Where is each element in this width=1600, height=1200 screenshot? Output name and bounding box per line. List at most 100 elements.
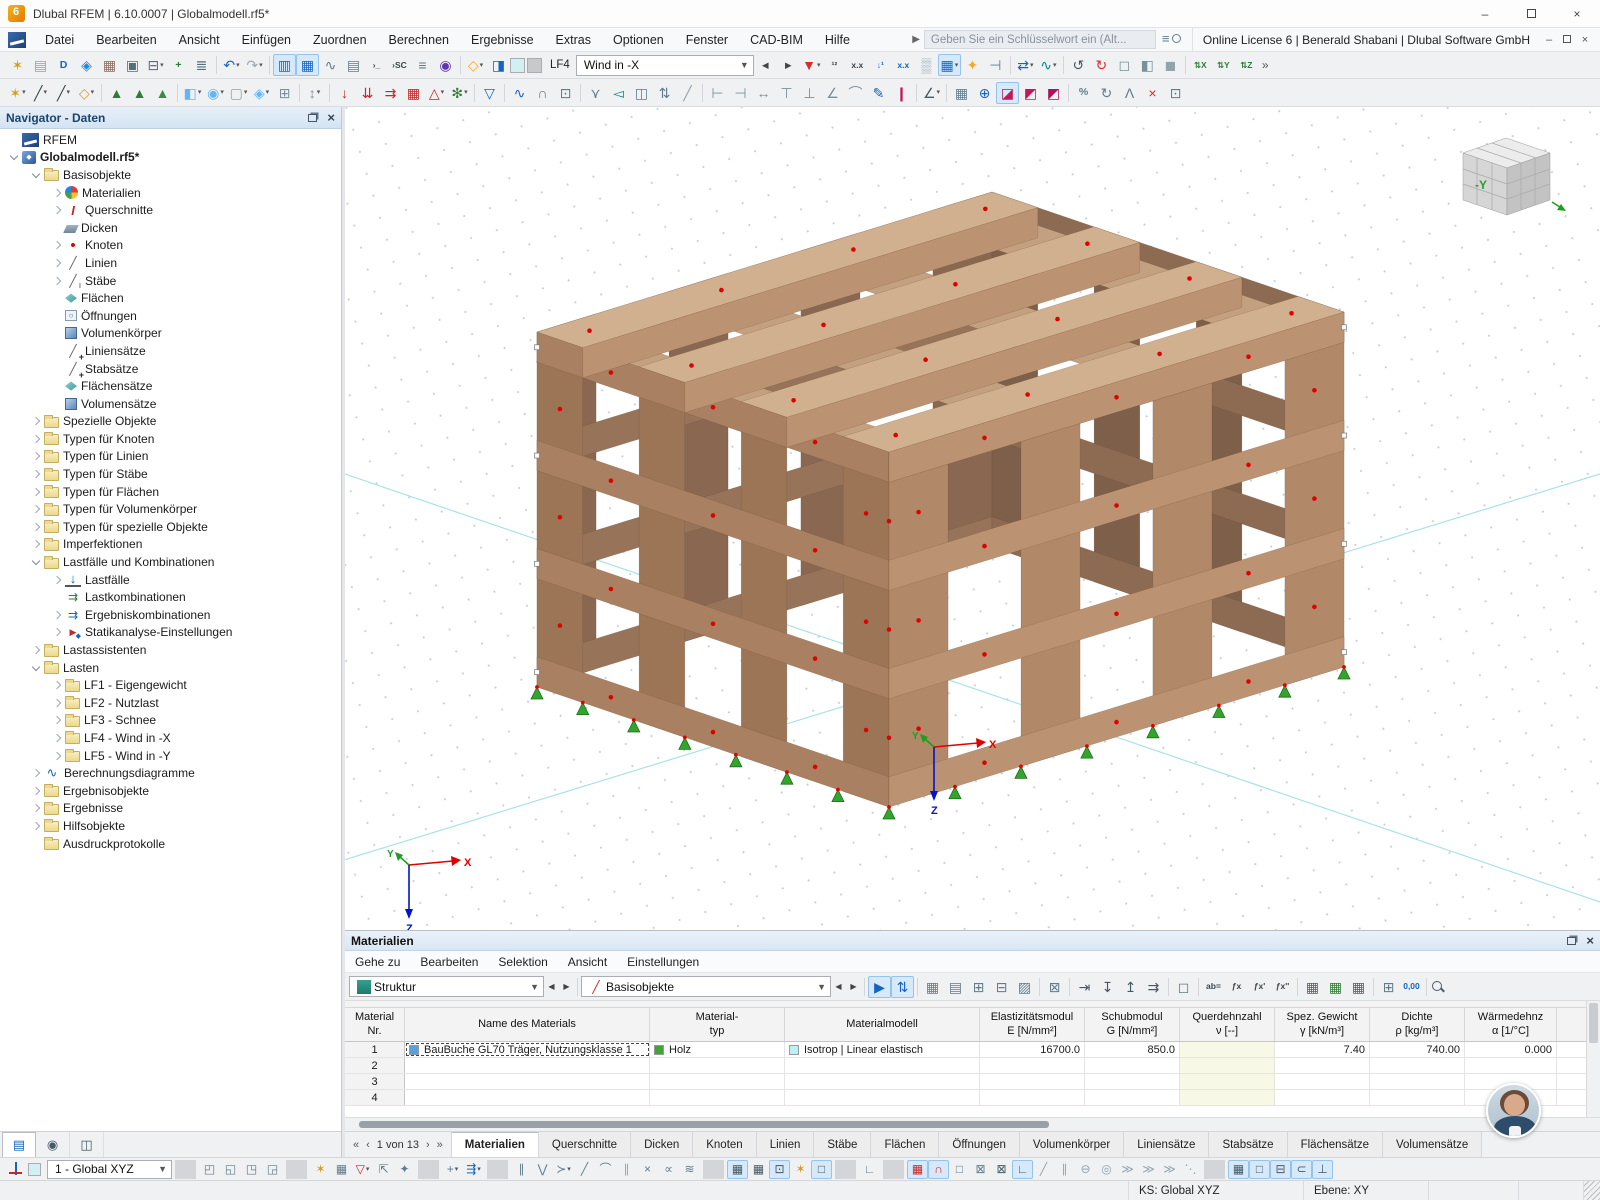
data-navigator-tab[interactable]: ▤ — [2, 1132, 36, 1157]
material-type-cell[interactable]: Holz — [650, 1042, 785, 1057]
separator-icon[interactable] — [1373, 977, 1374, 996]
line-support-icon[interactable]: ▲ — [128, 82, 151, 104]
dimension-linear-icon[interactable]: ⊢ — [706, 82, 729, 104]
tree-item[interactable]: Knoten — [0, 237, 341, 255]
model-viewport[interactable]: X Y Z X Y Z -Y — [345, 107, 1600, 930]
col-header-alpha[interactable]: Wärmedehnz α [1/°C] — [1465, 1008, 1557, 1041]
expander-icon[interactable] — [50, 749, 65, 763]
expander-icon[interactable] — [29, 801, 44, 815]
next-table-button[interactable]: › — [426, 1139, 430, 1151]
tree-item[interactable]: LF2 - Nutzlast — [0, 694, 341, 712]
dlubal-center-icon[interactable]: D — [52, 54, 75, 76]
view-cube-tool-icon[interactable]: ◫ — [630, 82, 653, 104]
separator-icon[interactable] — [1069, 977, 1070, 996]
model-3d-scene[interactable]: X Y Z X Y Z -Y — [345, 107, 1600, 930]
display-navigator-tab[interactable]: ◉ — [36, 1132, 70, 1157]
snap-parallel-icon[interactable]: ∥ — [1054, 1160, 1075, 1179]
category-next-button[interactable]: ▶ — [846, 976, 861, 997]
table-horizontal-scrollbar[interactable] — [345, 1117, 1600, 1131]
separator-icon[interactable] — [835, 1159, 856, 1179]
object-info-icon[interactable]: ✦ — [961, 54, 984, 76]
col-header-rho[interactable]: Dichte ρ [kg/m³] — [1370, 1008, 1465, 1041]
table-panel-icon[interactable]: ▤ — [342, 54, 365, 76]
expander-icon[interactable] — [50, 256, 65, 270]
col-header-gamma[interactable]: Spez. Gewicht γ [kN/m³] — [1275, 1008, 1370, 1041]
tree-item[interactable]: Querschnitte — [0, 201, 341, 219]
expander-icon[interactable] — [50, 696, 65, 710]
snap-line-icon[interactable]: ╱ — [1033, 1160, 1054, 1179]
category-prev-button[interactable]: ◀ — [831, 976, 846, 997]
collapse-rows-icon[interactable]: ⊟ — [990, 976, 1013, 998]
save-icon[interactable]: ▣ — [121, 54, 144, 76]
nu-cell[interactable] — [1180, 1090, 1275, 1105]
separator-icon[interactable] — [418, 1159, 439, 1179]
member-load-icon[interactable]: ⇊ — [356, 82, 379, 104]
col-header-modell[interactable]: Materialmodell — [785, 1008, 980, 1041]
nu-cell[interactable] — [1180, 1042, 1275, 1057]
table-group-combobox[interactable]: Struktur ▼ — [349, 976, 544, 997]
separator-icon[interactable] — [1198, 977, 1199, 996]
expander-icon[interactable] — [29, 784, 44, 798]
tree-item[interactable]: Lastfälle — [0, 571, 341, 589]
separator-icon[interactable] — [1204, 1159, 1225, 1179]
loadcase-color-swatch-2[interactable] — [527, 57, 542, 73]
dimension-perp-icon[interactable]: ⊥ — [798, 82, 821, 104]
expander-icon[interactable] — [29, 449, 44, 463]
expander-icon[interactable] — [7, 150, 22, 164]
empty-cell-icon[interactable]: ◻ — [1172, 976, 1195, 998]
expander-icon[interactable] — [50, 713, 65, 727]
rho-cell[interactable] — [1370, 1074, 1465, 1089]
separator-icon[interactable] — [487, 1159, 508, 1179]
coordinate-system-combobox[interactable]: 1 - Global XYZ ▼ — [47, 1159, 172, 1179]
tree-item[interactable]: Hilfsobjekte — [0, 817, 341, 835]
expander-icon[interactable] — [29, 837, 44, 851]
expander-icon[interactable] — [29, 643, 44, 657]
print-icon[interactable]: ⊟ — [144, 54, 167, 76]
table-tab[interactable]: Flächensätze — [1287, 1132, 1383, 1157]
render-settings-icon[interactable]: ⊡ — [1164, 82, 1187, 104]
material-model-cell[interactable] — [785, 1090, 980, 1105]
snap-grid-new-icon[interactable]: ▦ — [748, 1160, 769, 1179]
expander-icon[interactable] — [50, 238, 65, 252]
tree-item[interactable]: Lastassistenten — [0, 641, 341, 659]
axis-display-icon[interactable]: ⊂ — [1291, 1159, 1312, 1179]
scrollbar-thumb[interactable] — [359, 1121, 1050, 1128]
member-support-icon[interactable]: ▲ — [151, 82, 174, 104]
row-number[interactable]: 1 — [345, 1042, 405, 1057]
transparent-view-icon[interactable]: ◼ — [1159, 54, 1182, 76]
arc-tool-icon[interactable]: ⌒ — [595, 1160, 616, 1179]
doc-restore-button[interactable] — [1558, 34, 1576, 46]
snap-grid-points-icon[interactable]: ⊡ — [769, 1159, 790, 1179]
expander-icon[interactable] — [50, 731, 65, 745]
tree-item[interactable]: Volumenkörper — [0, 325, 341, 343]
separator-icon[interactable] — [1009, 56, 1011, 74]
node-numbering-icon[interactable]: x.x — [846, 54, 869, 76]
loadcase-next-icon[interactable]: ▶ — [777, 54, 800, 76]
emodul-cell[interactable] — [980, 1090, 1085, 1105]
extend-view-z-icon[interactable]: ⇅Z — [1235, 54, 1258, 76]
gamma-cell[interactable] — [1275, 1090, 1370, 1105]
expander-icon[interactable] — [29, 502, 44, 516]
search-icon[interactable] — [1430, 979, 1446, 995]
menu-item[interactable]: CAD-BIM — [739, 28, 814, 52]
plane-xy-icon[interactable]: ◪ — [996, 81, 1019, 104]
separator-icon[interactable] — [101, 83, 102, 102]
menu-item[interactable]: Gehe zu — [345, 950, 410, 974]
renumber-icon[interactable]: ⇄ — [1014, 54, 1037, 76]
renumber-sequence-icon[interactable]: ⇶ — [463, 1160, 484, 1179]
clipping-plane-icon[interactable]: ∩ — [531, 82, 554, 104]
expander-icon[interactable] — [29, 661, 44, 675]
snap-diagonal-icon[interactable]: ⋱ — [1180, 1160, 1201, 1179]
plane-display-icon[interactable]: ⊟ — [1270, 1159, 1291, 1179]
expander-icon[interactable] — [29, 537, 44, 551]
formula-manager-icon[interactable]: ƒx'' — [1271, 976, 1294, 998]
close-button[interactable]: × — [1554, 0, 1600, 28]
separator-icon[interactable] — [1039, 977, 1040, 996]
formula-edit-icon[interactable]: ƒx' — [1248, 976, 1271, 998]
view-updown-icon[interactable]: ⇅ — [653, 82, 676, 104]
visual-selection-icon[interactable]: ◇ — [464, 54, 487, 76]
solid-view-icon[interactable]: ◧ — [1136, 54, 1159, 76]
work-plane-select-icon[interactable]: ∠ — [920, 82, 943, 104]
close-panel-icon[interactable]: × — [327, 111, 335, 124]
snap-ortho-icon[interactable]: ∟ — [1012, 1159, 1033, 1179]
